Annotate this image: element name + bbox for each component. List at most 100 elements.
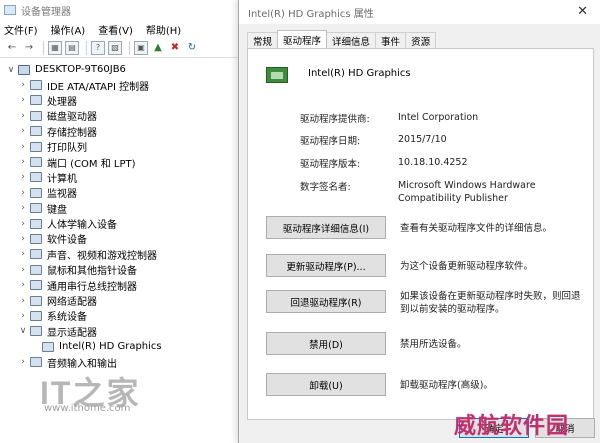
tree-item[interactable]: › 通用串行总线控制器 (0, 277, 249, 293)
menu-bar: 文件(F) 操作(A) 查看(V) 帮助(H) (0, 20, 249, 38)
tree-root[interactable]: ∨ DESKTOP-9T60JB6 (0, 62, 249, 77)
driver-tab-panel: Intel(R) HD Graphics 驱动程序提供商: Intel Corp… (247, 48, 594, 420)
driver-date-value: 2015/7/10 (398, 134, 447, 145)
ide-controller-icon (30, 80, 42, 91)
driver-version-label: 驱动程序版本: (300, 159, 361, 170)
tab-driver[interactable]: 驱动程序 (277, 30, 328, 48)
menu-action[interactable]: 操作(A) (51, 22, 86, 37)
chevron-right-icon[interactable]: › (18, 219, 28, 229)
chevron-right-icon[interactable]: › (18, 296, 28, 306)
chevron-down-icon[interactable]: ∨ (6, 65, 16, 75)
device-manager-app-icon (4, 5, 16, 15)
tab-details[interactable]: 详细信息 (326, 32, 377, 48)
tree-item[interactable]: › 计算机 (0, 170, 249, 185)
audio-io-icon (30, 357, 42, 368)
graphics-card-icon (42, 341, 54, 352)
network-adapter-icon (30, 295, 42, 306)
chevron-right-icon[interactable]: › (18, 157, 28, 167)
disable-description: 禁用所选设备。 (400, 339, 467, 350)
tree-item[interactable]: › 鼠标和其他指针设备 (0, 262, 249, 277)
device-tree: ∨ DESKTOP-9T60JB6 › IDE ATA/ATAPI 控制器 › 处理… (0, 58, 249, 370)
scan-icon[interactable]: ↻ (185, 41, 199, 55)
properties-icon[interactable]: ▧ (108, 40, 122, 55)
menu-file[interactable]: 文件(F) (4, 22, 38, 37)
tree-item[interactable]: › 存储控制器 (0, 124, 249, 139)
tree-item[interactable]: › IDE ATA/ATAPI 控制器 (0, 77, 249, 93)
tree-item-label: 人体学输入设备 (47, 220, 117, 232)
system-device-icon (30, 310, 42, 321)
tree-item-display-adapters[interactable]: ∨ 显示适配器 (0, 324, 249, 339)
tree-item[interactable]: › 声音、视频和游戏控制器 (0, 247, 249, 262)
tree-item[interactable]: › 键盘 (0, 201, 249, 216)
uninstall-icon[interactable]: ✖ (168, 41, 182, 55)
tree-item-label: 网络适配器 (47, 297, 97, 309)
back-icon[interactable]: ← (5, 41, 19, 55)
speaker-icon (30, 249, 42, 260)
tab-events[interactable]: 事件 (375, 32, 407, 48)
driver-provider-label: 驱动程序提供商: (300, 114, 370, 125)
tree-item[interactable]: › 打印队列 (0, 139, 249, 154)
update-driver-icon[interactable]: ▲ (151, 41, 165, 55)
chevron-right-icon[interactable]: › (18, 249, 28, 259)
tree-item-label: 打印队列 (47, 143, 87, 155)
tree-item[interactable]: › 软件设备 (0, 231, 249, 246)
tree-item-label: IDE ATA/ATAPI 控制器 (47, 81, 150, 93)
device-manager-titlebar: 设备管理器 (0, 0, 249, 20)
chevron-right-icon[interactable]: › (18, 203, 28, 213)
forward-icon[interactable]: → (22, 41, 36, 55)
tree-item-label: 处理器 (47, 96, 77, 108)
tree-item[interactable]: › 系统设备 (0, 308, 249, 323)
tree-item[interactable]: › 网络适配器 (0, 293, 249, 308)
tree-item[interactable]: › 端口 (COM 和 LPT) (0, 154, 249, 170)
roll-back-driver-button[interactable]: 回退驱动程序(R) (266, 290, 386, 313)
chevron-right-icon[interactable]: › (18, 142, 28, 152)
toolbar-divider (43, 40, 44, 55)
chevron-right-icon[interactable]: › (18, 265, 28, 275)
mouse-icon (30, 264, 42, 275)
update-driver-button[interactable]: 更新驱动程序(P)... (266, 254, 386, 277)
toolbar-divider (86, 40, 87, 55)
uninstall-button[interactable]: 卸载(U) (266, 373, 386, 396)
chevron-right-icon[interactable]: › (18, 357, 28, 367)
driver-version-value: 10.18.10.4252 (398, 157, 468, 168)
close-icon[interactable]: ✕ (577, 4, 588, 19)
tree-item-label: 通用串行总线控制器 (47, 281, 137, 293)
driver-details-button[interactable]: 驱动程序详细信息(I) (266, 216, 386, 239)
tab-general[interactable]: 常规 (247, 32, 279, 48)
tree-item[interactable]: › 磁盘驱动器 (0, 108, 249, 123)
menu-help[interactable]: 帮助(H) (146, 22, 181, 37)
properties-title: Intel(R) HD Graphics 属性 (248, 8, 374, 20)
tree-item-label: Intel(R) HD Graphics (59, 341, 162, 353)
tree-item-label: 存储控制器 (47, 127, 97, 139)
tree-item-intel-hd-graphics[interactable]: Intel(R) HD Graphics (0, 339, 249, 354)
tree-item[interactable]: › 处理器 (0, 93, 249, 108)
tree-item-label: 软件设备 (47, 235, 87, 247)
chevron-right-icon[interactable]: › (18, 95, 28, 105)
printer-icon (30, 141, 42, 152)
chevron-right-icon[interactable]: › (18, 234, 28, 244)
chevron-right-icon[interactable]: › (18, 111, 28, 121)
digital-signer-label: 数字签名者: (300, 182, 351, 193)
hid-icon (30, 218, 42, 229)
disable-button[interactable]: 禁用(D) (266, 332, 386, 355)
window-icon[interactable]: ▤ (65, 40, 79, 55)
chevron-right-icon[interactable]: › (18, 311, 28, 321)
help-icon[interactable]: ? (91, 40, 105, 55)
chevron-right-icon[interactable]: › (18, 80, 28, 90)
ithome-url-watermark: www.ithome.com (44, 403, 131, 414)
toolbar-divider (129, 40, 130, 55)
computer-icon (18, 64, 30, 75)
chevron-right-icon[interactable]: › (18, 188, 28, 198)
grid-icon[interactable]: ▦ (48, 40, 62, 55)
chevron-right-icon[interactable]: › (18, 126, 28, 136)
chevron-down-icon[interactable]: ∨ (18, 326, 28, 336)
chevron-right-icon[interactable]: › (18, 172, 28, 182)
menu-view[interactable]: 查看(V) (98, 22, 133, 37)
software-device-icon (30, 233, 42, 244)
tab-resources[interactable]: 资源 (405, 32, 437, 48)
monitor-icon[interactable]: ▣ (134, 40, 148, 55)
tree-item[interactable]: › 监视器 (0, 185, 249, 200)
chevron-right-icon[interactable]: › (18, 280, 28, 290)
tree-item[interactable]: › 人体学输入设备 (0, 216, 249, 231)
properties-titlebar: Intel(R) HD Graphics 属性 ✕ (239, 0, 600, 24)
